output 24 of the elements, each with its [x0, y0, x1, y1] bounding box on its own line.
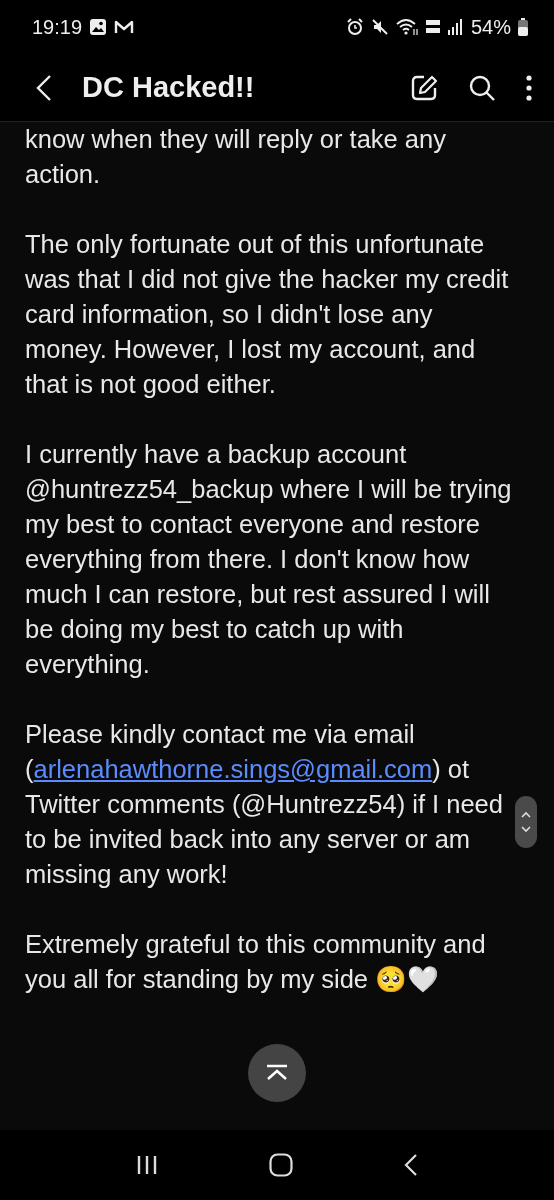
note-paragraph: know when they will reply or take any action. — [25, 124, 446, 190]
wifi-icon — [395, 18, 418, 36]
more-options-icon[interactable] — [526, 74, 532, 101]
note-paragraph: I currently have a backup account @huntrezz54_backup where I will be trying my best to contact everyone and restore everything from there. I don't know how much I can restore, but rest assured I will be doing my best to catch up with everything. — [25, 439, 512, 680]
email-link[interactable]: arlenahawthorne.sings@gmail.com — [33, 755, 433, 783]
mute-icon — [370, 18, 389, 36]
scroll-top-icon — [264, 1063, 290, 1083]
battery-percent: 54% — [470, 15, 511, 39]
search-icon[interactable] — [468, 73, 496, 102]
note-paragraph: Extremely grateful to this community and you all for standing by my side 🥺🤍 — [25, 929, 486, 995]
recent-apps-icon[interactable] — [135, 1155, 158, 1175]
battery-icon — [518, 18, 528, 36]
signal-icon — [447, 19, 462, 35]
home-icon[interactable] — [269, 1153, 293, 1177]
mail-icon — [114, 19, 135, 35]
note-title: DC Hacked!! — [82, 71, 256, 104]
scroll-handle[interactable] — [515, 796, 537, 848]
edit-icon[interactable] — [410, 73, 438, 102]
note-paragraph: Please kindly contact me via email (arlenahawthorne.sings@gmail.com) ot Twitter comments (@Huntrezz54) if I need to be invited back into any server or am missing any work! — [25, 719, 503, 890]
back-icon[interactable] — [404, 1153, 419, 1177]
note-paragraph: The only fortunate out of this unfortunate was that I did not give the hacker my credit card information, so I didn't lose any money. However, I lost my account, and that is not good either. — [25, 229, 509, 400]
alarm-icon — [345, 18, 364, 36]
clock-time: 19:19 — [32, 15, 83, 39]
gallery-icon — [89, 18, 108, 36]
